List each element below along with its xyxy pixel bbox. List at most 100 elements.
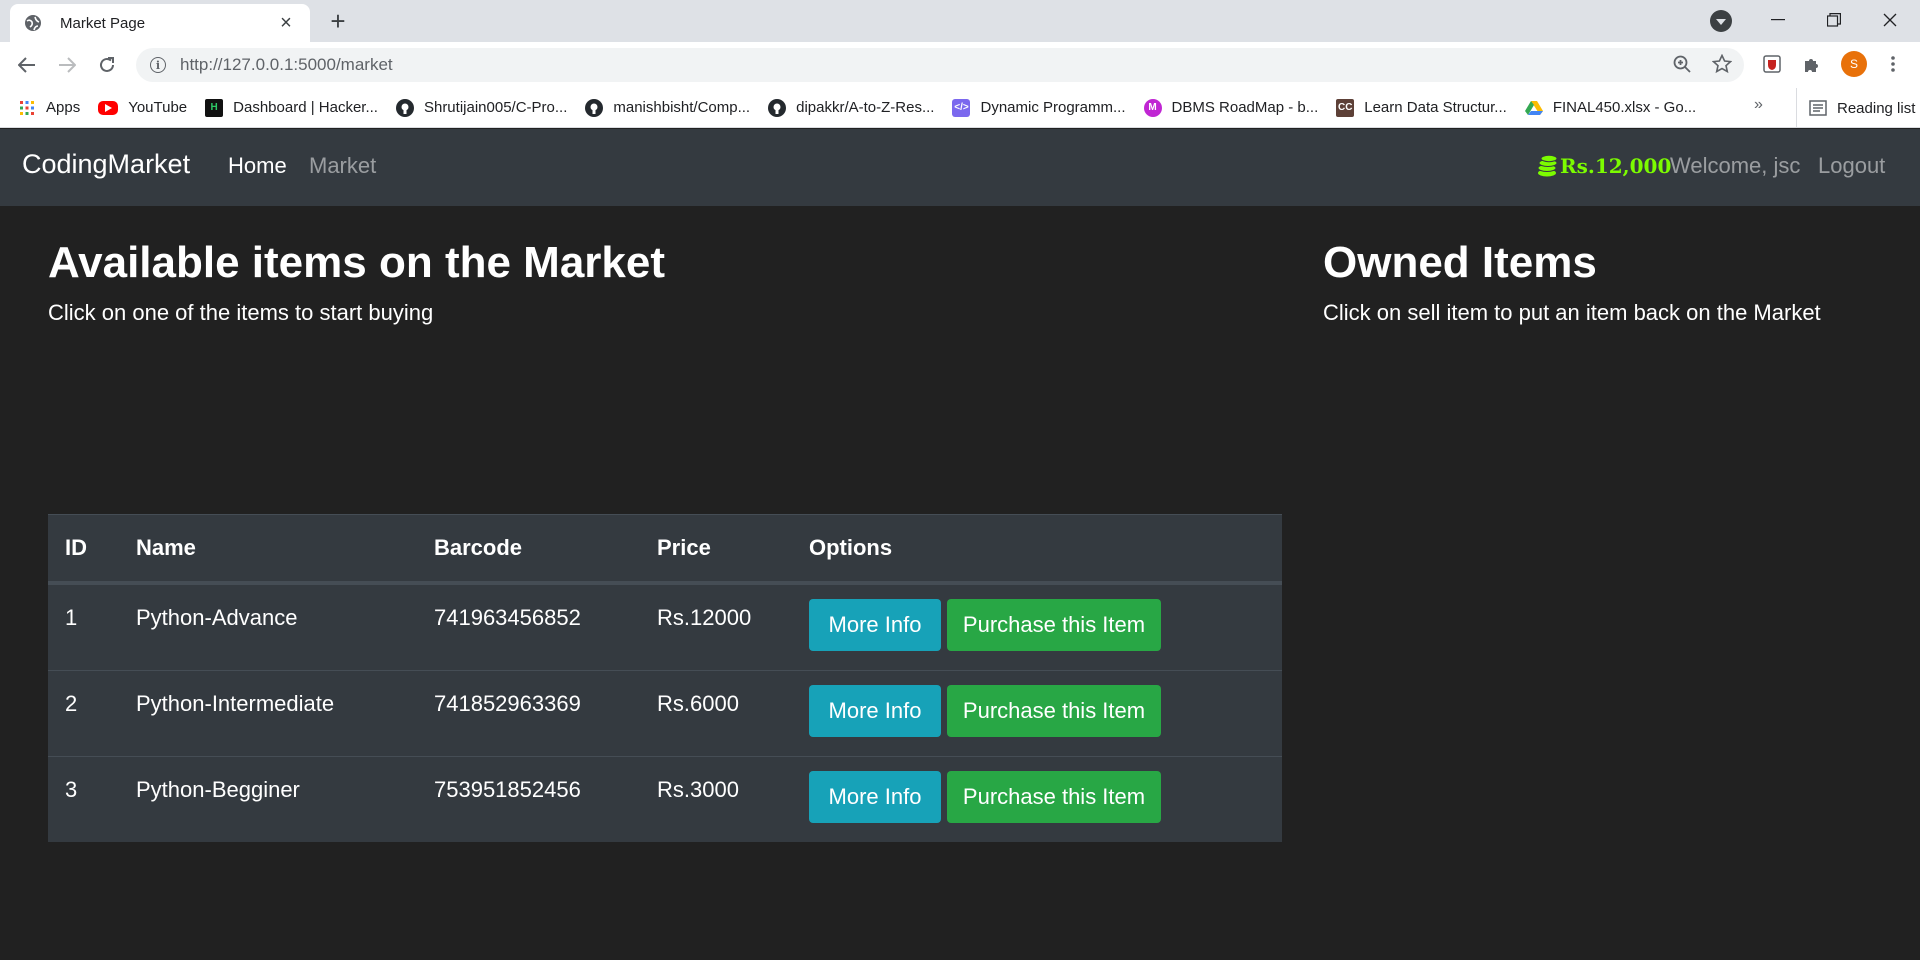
column-header-barcode: Barcode xyxy=(434,535,523,560)
reload-icon[interactable] xyxy=(92,50,122,80)
bookmark-dynamic-programming[interactable]: </> Dynamic Programm... xyxy=(952,98,1126,117)
item-id: 3 xyxy=(65,777,78,802)
owned-title: Owned Items xyxy=(1323,238,1597,287)
item-price: Rs.12000 xyxy=(657,605,752,630)
apps-grid-icon xyxy=(18,99,36,117)
bookmark-label: Learn Data Structur... xyxy=(1364,99,1507,116)
globe-icon xyxy=(24,14,42,32)
reading-list-label: Reading list xyxy=(1837,99,1916,117)
bookmark-github-1[interactable]: Shrutijain005/C-Pro... xyxy=(395,98,568,117)
coins-icon xyxy=(1536,154,1558,178)
forward-arrow-icon[interactable] xyxy=(52,50,82,80)
m-icon: M xyxy=(1143,98,1162,117)
cc-icon: CC xyxy=(1336,98,1355,117)
logout-link[interactable]: Logout xyxy=(1818,153,1885,179)
hackerrank-icon: H xyxy=(205,98,224,117)
purchase-button[interactable]: Purchase this Item xyxy=(947,599,1161,651)
item-name: Python-Advance xyxy=(136,605,298,630)
more-info-button[interactable]: More Info xyxy=(809,685,941,737)
reading-list-icon xyxy=(1809,100,1827,116)
bookmark-github-2[interactable]: manishbisht/Comp... xyxy=(585,98,751,117)
browser-toolbar: i http://127.0.0.1:5000/market S xyxy=(0,42,1920,88)
youtube-icon xyxy=(98,100,119,115)
bookmark-label: dipakkr/A-to-Z-Res... xyxy=(796,99,935,116)
extensions-puzzle-icon[interactable] xyxy=(1797,49,1827,79)
item-price: Rs.3000 xyxy=(657,777,739,802)
github-icon xyxy=(585,98,604,117)
market-subtitle: Click on one of the items to start buyin… xyxy=(48,299,434,325)
nav-home-link[interactable]: Home xyxy=(228,153,287,179)
bookmark-apps[interactable]: Apps xyxy=(18,99,80,117)
table-row: 3 Python-Begginer 753951852456 Rs.3000 M… xyxy=(48,756,1282,842)
bookmark-youtube[interactable]: YouTube xyxy=(98,99,187,116)
bookmark-dbms-roadmap[interactable]: M DBMS RoadMap - b... xyxy=(1143,98,1319,117)
tab-search-icon[interactable] xyxy=(1710,10,1732,32)
browser-tab-strip: Market Page × + xyxy=(0,0,1920,42)
column-header-name: Name xyxy=(136,535,196,560)
minimize-icon[interactable] xyxy=(1750,0,1806,40)
bookmark-hackerrank[interactable]: H Dashboard | Hacker... xyxy=(205,98,378,117)
bookmark-label: Shrutijain005/C-Pro... xyxy=(423,99,568,116)
address-bar[interactable]: i http://127.0.0.1:5000/market xyxy=(136,48,1744,82)
zoom-icon[interactable] xyxy=(1667,49,1697,79)
balance-amount: Rs.12,000 xyxy=(1560,154,1672,178)
item-name: Python-Intermediate xyxy=(136,691,335,716)
table-row: 1 Python-Advance 741963456852 Rs.12000 M… xyxy=(48,584,1282,670)
github-icon xyxy=(395,98,414,117)
web-page: CodingMarket Home Market Rs.12,000 Welco… xyxy=(0,129,1920,960)
nav-market-link[interactable]: Market xyxy=(309,153,376,179)
market-title: Available items on the Market xyxy=(48,238,666,287)
table-header: ID Name Barcode Price Options xyxy=(48,514,1282,584)
close-tab-icon[interactable]: × xyxy=(276,13,296,33)
item-id: 1 xyxy=(65,605,78,630)
bookmark-label: YouTube xyxy=(128,99,188,116)
market-section: Available items on the Market Click on o… xyxy=(48,237,1282,326)
purchase-button[interactable]: Purchase this Item xyxy=(947,685,1161,737)
code-icon: </> xyxy=(952,98,971,117)
bookmark-label: Dynamic Programm... xyxy=(980,99,1126,116)
site-info-icon[interactable]: i xyxy=(150,57,166,73)
kebab-menu-icon[interactable] xyxy=(1878,49,1908,79)
purchase-button[interactable]: Purchase this Item xyxy=(947,771,1161,823)
bookmarks-overflow-icon[interactable]: » xyxy=(1754,96,1763,114)
item-price: Rs.6000 xyxy=(657,691,739,716)
owned-subtitle: Click on sell item to put an item back o… xyxy=(1323,299,1821,325)
bookmark-label: DBMS RoadMap - b... xyxy=(1171,99,1319,116)
welcome-text: Welcome, jsc xyxy=(1670,153,1801,178)
bookmark-label: Apps xyxy=(46,99,81,116)
column-header-options: Options xyxy=(809,535,893,560)
back-arrow-icon[interactable] xyxy=(12,50,42,80)
bookmark-github-3[interactable]: dipakkr/A-to-Z-Res... xyxy=(768,98,935,117)
bookmark-label: Dashboard | Hacker... xyxy=(233,99,378,116)
bookmark-label: FINAL450.xlsx - Go... xyxy=(1552,99,1697,116)
bookmarks-bar: Apps YouTube H Dashboard | Hacker... Shr… xyxy=(0,88,1920,128)
more-info-button[interactable]: More Info xyxy=(809,599,941,651)
table-row: 2 Python-Intermediate 741852963369 Rs.60… xyxy=(48,670,1282,756)
url-text: http://127.0.0.1:5000/market xyxy=(180,55,393,74)
github-icon xyxy=(768,98,787,117)
more-info-button[interactable]: More Info xyxy=(809,771,941,823)
market-table: ID Name Barcode Price Options 1 Python-A… xyxy=(48,514,1282,842)
site-navbar: CodingMarket Home Market Rs.12,000 Welco… xyxy=(0,129,1920,206)
bookmark-learn-data-structures[interactable]: CC Learn Data Structur... xyxy=(1336,98,1507,117)
tab-title: Market Page xyxy=(60,14,146,32)
profile-avatar[interactable]: S xyxy=(1841,51,1867,77)
column-header-id: ID xyxy=(65,535,87,560)
extension-shield-icon[interactable] xyxy=(1757,49,1787,79)
owned-section: Owned Items Click on sell item to put an… xyxy=(1323,237,1903,326)
reading-list-button[interactable]: Reading list xyxy=(1796,88,1915,128)
column-header-price: Price xyxy=(657,535,711,560)
browser-tab[interactable]: Market Page × xyxy=(10,4,310,42)
bookmark-final450[interactable]: FINAL450.xlsx - Go... xyxy=(1524,99,1697,117)
google-drive-icon xyxy=(1524,99,1543,117)
item-barcode: 741852963369 xyxy=(434,691,581,716)
balance-display: Rs.12,000 xyxy=(1536,154,1671,178)
close-window-icon[interactable] xyxy=(1862,0,1918,40)
brand-logo[interactable]: CodingMarket xyxy=(22,149,190,180)
new-tab-plus-icon[interactable]: + xyxy=(324,8,352,36)
item-barcode: 753951852456 xyxy=(434,777,581,802)
restore-icon[interactable] xyxy=(1806,0,1862,40)
bookmark-label: manishbisht/Comp... xyxy=(613,99,751,116)
bookmark-star-icon[interactable] xyxy=(1707,49,1737,79)
item-id: 2 xyxy=(65,691,78,716)
